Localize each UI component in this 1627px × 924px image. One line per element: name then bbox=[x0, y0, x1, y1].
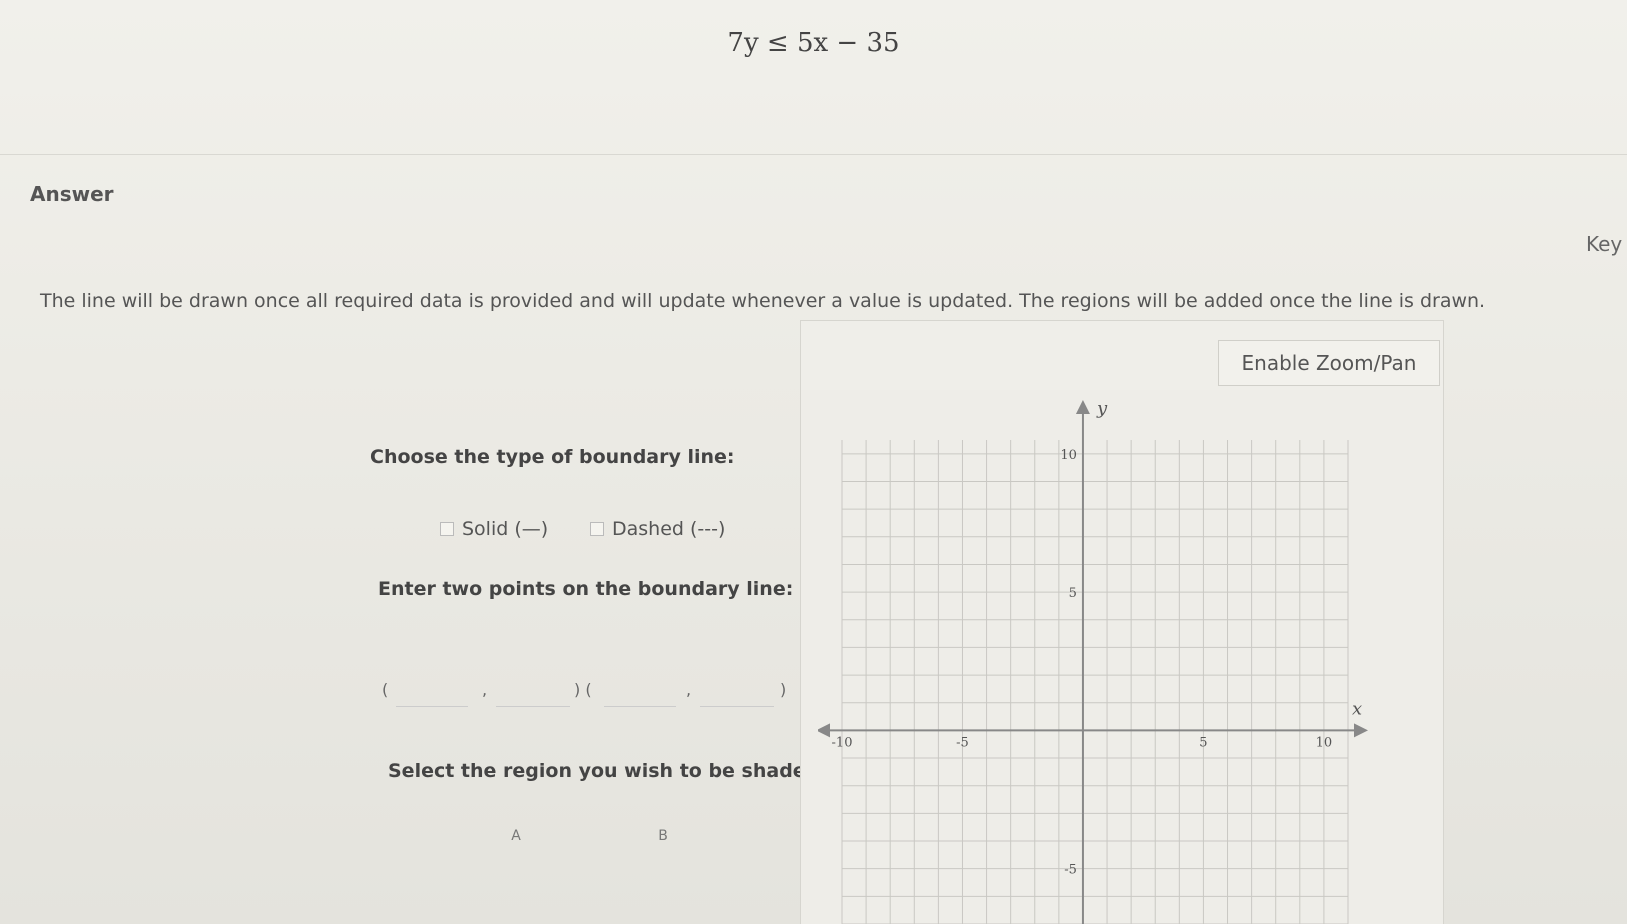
dashed-line-option[interactable]: Dashed (---) bbox=[590, 518, 725, 540]
open-paren: ( bbox=[382, 680, 389, 699]
dashed-label: Dashed (---) bbox=[612, 518, 726, 540]
dashed-checkbox[interactable] bbox=[590, 522, 604, 536]
answer-heading: Answer bbox=[30, 182, 114, 206]
coordinate-graph[interactable]: x y -10 -5 5 10 10 5 -5 bbox=[818, 400, 1398, 924]
boundary-type-question: Choose the type of boundary line: bbox=[370, 446, 735, 468]
x-tick-label: -5 bbox=[956, 735, 969, 750]
x-axis-arrow-left-icon bbox=[818, 723, 830, 738]
x-tick-label: 5 bbox=[1199, 735, 1207, 750]
y-tick-label: 5 bbox=[1069, 586, 1077, 601]
section-divider bbox=[0, 154, 1627, 155]
x-axis-label: x bbox=[1352, 698, 1362, 719]
shade-region-question: Select the region you wish to be shaded: bbox=[388, 760, 827, 782]
region-b-button[interactable]: B bbox=[643, 828, 683, 844]
y-axis-arrow-up-icon bbox=[1075, 400, 1090, 414]
y-tick-label: -5 bbox=[1064, 863, 1077, 878]
graph-axes bbox=[818, 400, 1368, 924]
boundary-points-question: Enter two points on the boundary line: bbox=[378, 578, 794, 600]
point1-x-input[interactable] bbox=[396, 682, 468, 707]
solid-checkbox[interactable] bbox=[440, 522, 454, 536]
enable-zoom-pan-button[interactable]: Enable Zoom/Pan bbox=[1218, 340, 1440, 386]
point2-y-input[interactable] bbox=[700, 682, 774, 707]
close-paren: ) bbox=[780, 680, 787, 699]
x-tick-label: -10 bbox=[832, 735, 853, 750]
graph-grid bbox=[841, 440, 1349, 924]
comma-1: , bbox=[482, 680, 488, 699]
comma-2: , bbox=[686, 680, 692, 699]
key-link[interactable]: Key bbox=[1586, 232, 1622, 256]
x-tick-label: 10 bbox=[1316, 735, 1333, 750]
instructions-text: The line will be drawn once all required… bbox=[40, 290, 1486, 312]
region-a-button[interactable]: A bbox=[496, 828, 536, 844]
solid-line-option[interactable]: Solid (—) bbox=[440, 518, 548, 540]
x-axis-arrow-right-icon bbox=[1354, 723, 1368, 738]
solid-label: Solid (—) bbox=[462, 518, 549, 540]
y-axis-label: y bbox=[1096, 400, 1108, 419]
point1-y-input[interactable] bbox=[496, 682, 570, 707]
graph-labels: x y -10 -5 5 10 10 5 -5 bbox=[832, 400, 1363, 878]
boundary-points-row: ( , ) ( , ) bbox=[382, 680, 792, 710]
point2-x-input[interactable] bbox=[604, 682, 676, 707]
y-tick-label: 10 bbox=[1060, 448, 1077, 463]
problem-equation: 7y ≤ 5x − 35 bbox=[727, 28, 900, 58]
mid-parens: ) ( bbox=[574, 680, 592, 699]
